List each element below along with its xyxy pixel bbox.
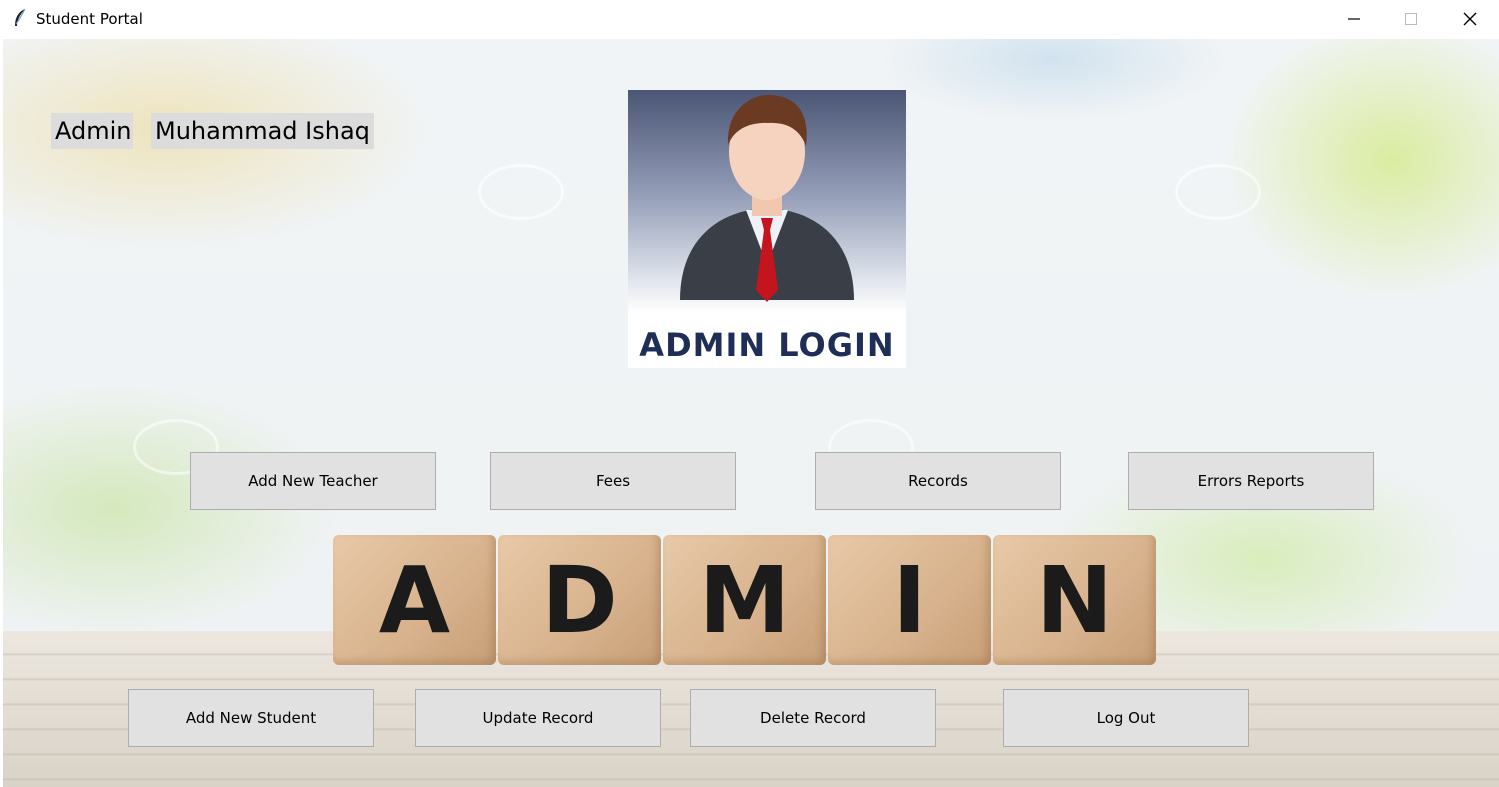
delete-record-button[interactable]: Delete Record bbox=[690, 689, 936, 747]
minimize-button[interactable] bbox=[1325, 0, 1383, 38]
add-new-student-button[interactable]: Add New Student bbox=[128, 689, 374, 747]
admin-login-image: ADMIN LOGIN bbox=[628, 90, 906, 368]
fees-button[interactable]: Fees bbox=[490, 452, 736, 510]
records-button[interactable]: Records bbox=[815, 452, 1061, 510]
block-letter: N bbox=[1036, 546, 1113, 654]
maximize-icon bbox=[1405, 13, 1417, 25]
admin-login-caption: ADMIN LOGIN bbox=[639, 326, 895, 364]
update-record-button[interactable]: Update Record bbox=[415, 689, 661, 747]
window-title-bar: Student Portal bbox=[0, 0, 1499, 38]
user-name-label: Muhammad Ishaq bbox=[151, 113, 374, 149]
letter-block: A bbox=[333, 535, 496, 665]
errors-reports-button[interactable]: Errors Reports bbox=[1128, 452, 1374, 510]
letter-block: M bbox=[663, 535, 826, 665]
block-letter: I bbox=[892, 546, 927, 654]
minimize-icon bbox=[1348, 18, 1360, 20]
block-letter: A bbox=[378, 546, 451, 654]
log-out-button[interactable]: Log Out bbox=[1003, 689, 1249, 747]
admin-avatar-icon bbox=[680, 94, 854, 302]
window-title: Student Portal bbox=[36, 10, 143, 28]
add-new-teacher-button[interactable]: Add New Teacher bbox=[190, 452, 436, 510]
watermark-swirl bbox=[478, 164, 564, 220]
watermark-swirl bbox=[1175, 164, 1261, 220]
feather-icon bbox=[15, 8, 26, 26]
block-letter: D bbox=[541, 546, 618, 654]
close-icon bbox=[1463, 12, 1477, 26]
letter-block: D bbox=[498, 535, 661, 665]
letter-block: N bbox=[993, 535, 1156, 665]
letter-block: I bbox=[828, 535, 991, 665]
role-label: Admin bbox=[51, 113, 133, 149]
block-letter: M bbox=[698, 546, 791, 654]
maximize-button[interactable] bbox=[1382, 0, 1440, 38]
close-button[interactable] bbox=[1441, 0, 1499, 38]
